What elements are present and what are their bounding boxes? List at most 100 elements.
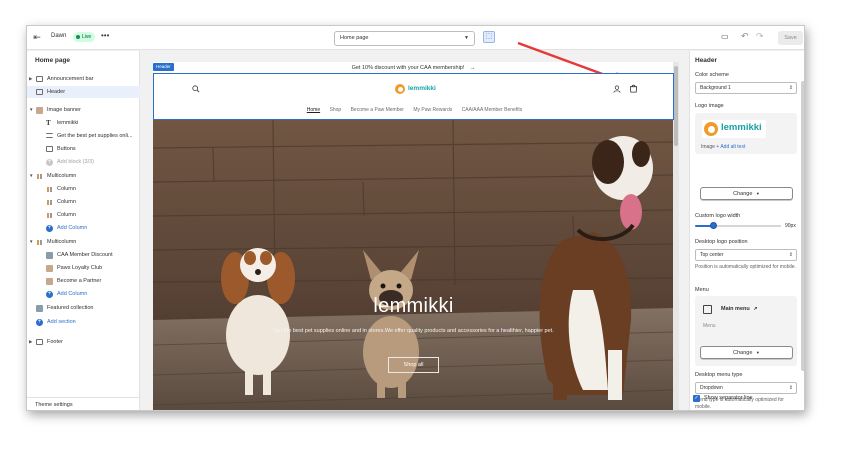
- logo-mark-icon: [395, 84, 405, 94]
- sidebar-block-buttons[interactable]: Buttons: [27, 143, 140, 155]
- text-icon: T: [46, 119, 51, 127]
- page-selector[interactable]: Home page ▼: [334, 31, 475, 46]
- multicolumn-icon: [36, 239, 43, 246]
- image-icon: [46, 252, 53, 259]
- button-icon: [46, 146, 53, 152]
- desktop-logo-position-select[interactable]: Top center ⇕: [695, 249, 797, 261]
- sidebar-item-featured-collection[interactable]: Featured collection: [27, 302, 140, 314]
- nav-link-caa-benefits[interactable]: CAA/AAA Member Benefits: [462, 107, 523, 113]
- header-settings-panel: Header Color scheme Background 1 ⇕ Logo …: [689, 51, 804, 410]
- separator-checkbox[interactable]: ✓: [693, 395, 700, 402]
- sidebar-block-column[interactable]: Column: [27, 196, 140, 208]
- header-section[interactable]: lemmikki Home Shop Become a Paw Member M…: [153, 73, 674, 120]
- chevron-down-icon: ▼: [755, 350, 760, 355]
- menu-subtitle: Menu: [703, 323, 716, 329]
- color-scheme-select[interactable]: Background 1 ⇕: [695, 82, 797, 94]
- desktop-menu-type-label: Desktop menu type: [695, 372, 743, 378]
- add-alt-text-link[interactable]: + Add alt text: [716, 144, 745, 150]
- desktop-logo-position-label: Desktop logo position: [695, 239, 748, 245]
- sidebar-item-multicolumn[interactable]: ▼ Multicolumn: [27, 170, 140, 182]
- external-link-icon[interactable]: ↗: [753, 306, 757, 312]
- column-icon: [46, 186, 53, 193]
- redo-icon[interactable]: ↷: [756, 31, 764, 42]
- sidebar-item-label: Buttons: [57, 146, 76, 152]
- panel-scrollbar[interactable]: [801, 81, 804, 371]
- sidebar-block-heading[interactable]: T lemmikki: [27, 117, 140, 129]
- sidebar-item-footer[interactable]: ▶ Footer: [27, 336, 140, 348]
- search-icon[interactable]: [192, 85, 200, 93]
- sidebar-block-column[interactable]: Paws Loyalty Club: [27, 262, 140, 274]
- exit-icon[interactable]: ⇤: [32, 32, 42, 42]
- sidebar-add-block: + Add block (3/3): [27, 156, 140, 168]
- logo-text: lemmikki: [721, 122, 762, 133]
- inspector-toggle-icon[interactable]: ⬚: [483, 31, 495, 43]
- sidebar-item-label: Add block (3/3): [57, 159, 94, 165]
- chevron-down-icon: ▼: [755, 191, 760, 196]
- sidebar-item-label: Become a Partner: [57, 278, 102, 284]
- slider-handle[interactable]: [710, 222, 718, 229]
- image-label: Image: [701, 144, 715, 150]
- sidebar-item-label: Multicolumn: [47, 173, 77, 179]
- logo-position-help: Position is automatically optimized for …: [695, 264, 796, 270]
- sections-sidebar: Home page ▶ Announcement bar Header ▼ Im…: [27, 51, 140, 410]
- banner-heading: lemmikki: [373, 295, 454, 317]
- nav-link-shop[interactable]: Shop: [330, 107, 342, 113]
- save-button[interactable]: Save: [778, 31, 803, 45]
- sidebar-item-image-banner[interactable]: ▼ Image banner: [27, 104, 140, 116]
- chevron-down-icon[interactable]: ▼: [29, 104, 33, 116]
- sidebar-item-label: Multicolumn: [47, 239, 77, 245]
- sidebar-item-label: Featured collection: [47, 305, 94, 311]
- banner-text: Get the best pet supplies online and in …: [273, 328, 554, 334]
- change-logo-button[interactable]: Change ▼: [700, 187, 793, 200]
- main-navigation: Home Shop Become a Paw Member My Paw Rew…: [154, 107, 674, 113]
- logo-width-slider[interactable]: [695, 222, 781, 229]
- undo-icon[interactable]: ↶: [741, 31, 749, 42]
- sidebar-add-column[interactable]: + Add Column: [27, 288, 140, 300]
- nav-link-become-paw-member[interactable]: Become a Paw Member: [351, 107, 404, 113]
- sidebar-item-label: Column: [57, 199, 76, 205]
- storefront-preview: Get 10% discount with your CAA membershi…: [153, 62, 674, 410]
- chevron-right-icon[interactable]: ▶: [29, 73, 32, 85]
- nav-link-my-paw-rewards[interactable]: My Paw Rewards: [413, 107, 452, 113]
- menu-name[interactable]: Main menu ↗: [721, 306, 757, 312]
- add-circle-icon: +: [46, 224, 53, 232]
- nav-link-home[interactable]: Home: [307, 107, 320, 113]
- sidebar-block-column[interactable]: CAA Member Discount: [27, 249, 140, 261]
- theme-settings-tab[interactable]: Theme settings: [27, 397, 140, 410]
- account-icon[interactable]: [613, 85, 621, 93]
- logo-width-value: 90px: [785, 223, 796, 229]
- desktop-menu-type-select[interactable]: Dropdown ⇕: [695, 382, 797, 394]
- sidebar-add-column[interactable]: + Add Column: [27, 222, 140, 234]
- cart-icon[interactable]: [629, 84, 638, 93]
- image-icon: [46, 278, 53, 285]
- sidebar-block-column[interactable]: Column: [27, 183, 140, 195]
- theme-name: Dawn: [51, 33, 67, 39]
- sidebar-item-multicolumn-2[interactable]: ▼ Multicolumn: [27, 236, 140, 248]
- add-circle-icon: +: [36, 318, 43, 326]
- sidebar-item-label: Column: [57, 212, 76, 218]
- image-banner[interactable]: lemmikki Get the best pet supplies onlin…: [153, 120, 674, 410]
- collection-icon: [36, 305, 43, 312]
- sidebar-add-section[interactable]: + Add section: [27, 316, 140, 328]
- menu-name-text: Main menu: [721, 306, 750, 312]
- desktop-preview-icon[interactable]: ▭: [721, 32, 729, 41]
- sidebar-item-label: Add section: [47, 319, 76, 325]
- chevron-down-icon[interactable]: ▼: [29, 170, 33, 182]
- menu-list-icon: [703, 305, 712, 314]
- change-menu-button[interactable]: Change ▼: [700, 346, 793, 359]
- sidebar-block-column[interactable]: Become a Partner: [27, 275, 140, 287]
- sidebar-item-label: Footer: [47, 339, 63, 345]
- chevron-down-icon[interactable]: ▼: [29, 236, 33, 248]
- sidebar-item-announcement-bar[interactable]: ▶ Announcement bar: [27, 73, 140, 85]
- sidebar-title: Home page: [35, 57, 71, 64]
- more-actions-button[interactable]: •••: [101, 31, 109, 40]
- shop-all-button[interactable]: Shop all: [388, 357, 439, 373]
- chevron-right-icon[interactable]: ▶: [29, 336, 32, 348]
- sidebar-item-label: Column: [57, 186, 76, 192]
- sidebar-block-column[interactable]: Column: [27, 209, 140, 221]
- color-scheme-label: Color scheme: [695, 72, 729, 78]
- sidebar-item-header[interactable]: Header: [27, 86, 140, 98]
- change-menu-label: Change: [733, 350, 753, 356]
- sidebar-block-text[interactable]: Get the best pet supplies onli...: [27, 130, 140, 142]
- logo-image-picker[interactable]: lemmikki Image + Add alt text: [695, 113, 797, 154]
